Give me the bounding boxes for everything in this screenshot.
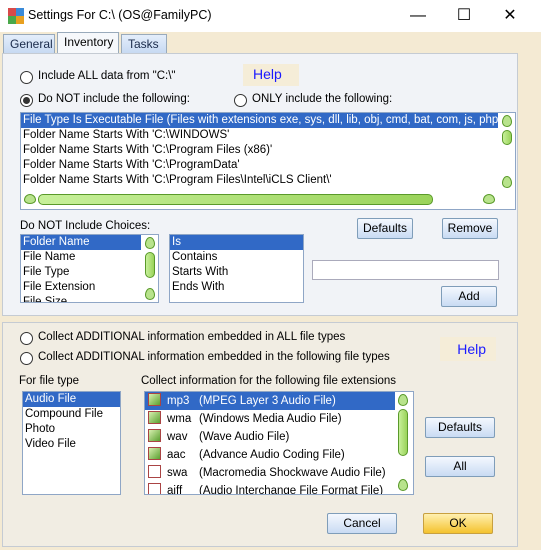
h-scroll-thumb[interactable] [38,194,433,205]
ok-button[interactable]: OK [423,513,493,534]
ext-all-button[interactable]: All [425,456,495,477]
only-include-radio[interactable] [234,94,247,107]
ext-defaults-button[interactable]: Defaults [425,417,495,438]
extension-description: (Audio Interchange File Format File) [199,485,384,495]
extension-row[interactable]: aiff (Audio Interchange File Format File) [145,482,395,495]
extension-description: (Windows Media Audio File) [199,413,342,425]
do-not-include-radio[interactable] [20,94,33,107]
extension-scrollbar[interactable] [395,392,413,494]
app-icon [8,8,24,24]
include-all-label: Include ALL data from "C:\" [38,70,176,82]
extension-checkbox[interactable] [148,447,161,460]
scroll-down-icon[interactable] [502,176,512,188]
add-button[interactable]: Add [441,286,497,307]
rule-item[interactable]: Folder Name Starts With 'C:\Program File… [21,173,498,188]
field-item[interactable]: File Type [21,265,141,280]
rule-item[interactable]: Folder Name Starts With 'C:\WINDOWS' [21,128,498,143]
extension-checkbox[interactable] [148,429,161,442]
operator-item[interactable]: Contains [170,250,303,265]
defaults-button[interactable]: Defaults [357,218,413,239]
minimize-button[interactable]: — [395,0,441,32]
scroll-thumb[interactable] [398,409,408,456]
extension-list[interactable]: mp3 (MPEG Layer 3 Audio File) wma (Windows … [144,391,414,495]
field-item[interactable]: File Name [21,250,141,265]
scroll-up-icon[interactable] [502,115,512,127]
file-type-item[interactable]: Compound File [23,407,120,422]
extension-checkbox[interactable] [148,411,161,424]
extension-checkbox[interactable] [148,465,161,478]
help-link-additional[interactable]: Help [440,337,496,361]
extensions-label: Collect information for the following fi… [141,375,397,387]
extension-code: aiff [167,485,183,495]
extension-description: (MPEG Layer 3 Audio File) [199,395,336,407]
scroll-left-icon[interactable] [24,194,36,204]
operator-list[interactable]: Is Contains Starts With Ends With [169,234,304,303]
scroll-up-icon[interactable] [398,394,408,406]
extension-row[interactable]: wma (Windows Media Audio File) [145,410,395,428]
rules-vertical-scrollbar[interactable] [499,113,515,191]
extension-description: (Macromedia Shockwave Audio File) [199,467,386,479]
tab-inventory[interactable]: Inventory [57,32,119,54]
scroll-down-icon[interactable] [145,288,155,300]
extension-row[interactable]: swa (Macromedia Shockwave Audio File) [145,464,395,482]
scroll-thumb[interactable] [145,252,155,278]
scroll-thumb[interactable] [502,130,512,145]
only-include-label: ONLY include the following: [252,93,393,105]
extension-row[interactable]: mp3 (MPEG Layer 3 Audio File) [145,392,395,410]
do-not-include-label: Do NOT include the following: [38,93,190,105]
extension-code: mp3 [167,395,190,407]
collect-following-label: Collect ADDITIONAL information embedded … [38,351,390,363]
scroll-up-icon[interactable] [145,237,155,249]
extension-code: wma [167,413,192,425]
operator-item[interactable]: Starts With [170,265,303,280]
tab-general[interactable]: General [3,34,55,53]
file-type-item[interactable]: Audio File [23,392,120,407]
file-type-list[interactable]: Audio File Compound File Photo Video Fil… [22,391,121,495]
operator-item[interactable]: Ends With [170,280,303,295]
extension-row[interactable]: wav (Wave Audio File) [145,428,395,446]
value-input[interactable] [312,260,499,280]
field-item[interactable]: Folder Name [21,235,141,250]
extension-checkbox[interactable] [148,393,161,406]
for-file-type-label: For file type [19,375,80,387]
help-link[interactable]: Help [243,64,299,86]
rules-horizontal-scrollbar[interactable] [21,191,498,209]
extension-code: swa [167,467,188,479]
field-item[interactable]: File Size [21,295,141,302]
remove-button[interactable]: Remove [442,218,498,239]
scroll-right-icon[interactable] [483,194,495,204]
maximize-button[interactable]: ☐ [441,0,487,32]
field-scrollbar[interactable] [142,235,158,302]
collect-all-radio[interactable] [20,332,33,345]
title-bar: Settings For C:\ (OS@FamilyPC) — ☐ ✕ [0,0,541,32]
file-type-item[interactable]: Video File [23,437,120,452]
extension-code: wav [167,431,188,443]
window-title: Settings For C:\ (OS@FamilyPC) [28,8,212,22]
file-type-item[interactable]: Photo [23,422,120,437]
field-list[interactable]: Folder Name File Name File Type File Ext… [20,234,159,303]
choices-label: Do NOT Include Choices: [20,220,151,232]
include-all-radio[interactable] [20,71,33,84]
extension-checkbox[interactable] [148,483,161,494]
field-item[interactable]: File Extension [21,280,141,295]
collect-all-label: Collect ADDITIONAL information embedded … [38,331,346,343]
tab-tasks[interactable]: Tasks [121,34,167,53]
close-button[interactable]: ✕ [487,0,533,32]
extension-code: aac [167,449,186,461]
rule-item[interactable]: Folder Name Starts With 'C:\ProgramData' [21,158,498,173]
rules-list[interactable]: File Type Is Executable File (Files with… [20,112,516,210]
operator-item[interactable]: Is [170,235,303,250]
extension-description: (Advance Audio Coding File) [199,449,345,461]
scroll-down-icon[interactable] [398,479,408,491]
extension-row[interactable]: aac (Advance Audio Coding File) [145,446,395,464]
rule-item[interactable]: File Type Is Executable File (Files with… [21,113,498,128]
extension-description: (Wave Audio File) [199,431,290,443]
rule-item[interactable]: Folder Name Starts With 'C:\Program File… [21,143,498,158]
collect-following-radio[interactable] [20,352,33,365]
cancel-button[interactable]: Cancel [327,513,397,534]
